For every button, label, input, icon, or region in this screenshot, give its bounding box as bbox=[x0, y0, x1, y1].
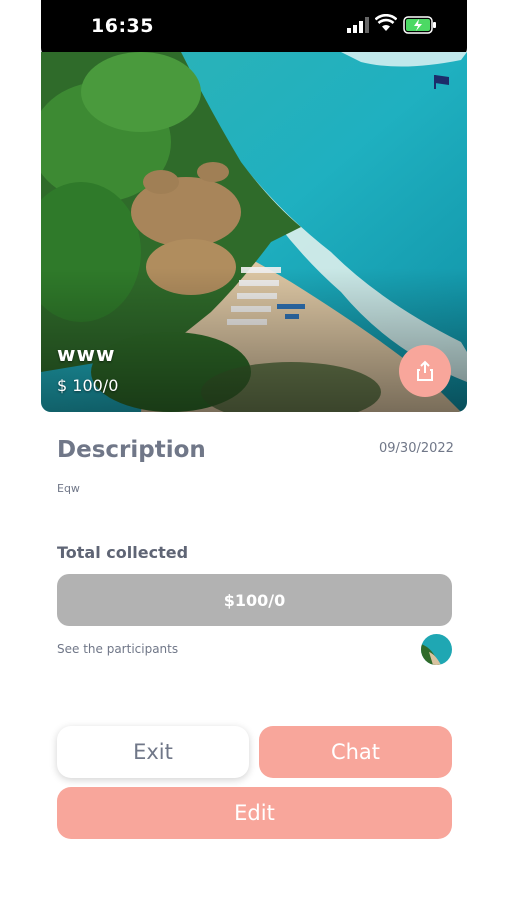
description-title: Description bbox=[57, 437, 206, 463]
signal-icon bbox=[347, 17, 369, 33]
share-button[interactable] bbox=[399, 345, 451, 397]
exit-button[interactable]: Exit bbox=[57, 726, 249, 778]
total-collected-bar: $100/0 bbox=[57, 574, 452, 626]
avatar-image bbox=[421, 634, 452, 665]
event-date: 09/30/2022 bbox=[379, 441, 454, 456]
status-bar: 16:35 bbox=[41, 0, 467, 58]
status-time: 16:35 bbox=[91, 15, 154, 37]
participant-avatar[interactable] bbox=[421, 634, 452, 665]
hero-image: www $ 100/0 bbox=[41, 52, 467, 412]
see-participants-link[interactable]: See the participants bbox=[57, 642, 178, 656]
edit-button[interactable]: Edit bbox=[57, 787, 452, 839]
flag-icon[interactable] bbox=[433, 74, 451, 90]
total-collected-label: Total collected bbox=[57, 543, 189, 562]
total-collected-value: $100/0 bbox=[223, 590, 286, 610]
chat-button[interactable]: Chat bbox=[259, 726, 452, 778]
event-title: www bbox=[57, 342, 116, 366]
wifi-icon bbox=[375, 14, 397, 31]
description-text: Eqw bbox=[57, 482, 80, 495]
share-icon bbox=[417, 360, 433, 381]
battery-charging-icon bbox=[403, 16, 436, 34]
event-amount: $ 100/0 bbox=[57, 376, 119, 395]
